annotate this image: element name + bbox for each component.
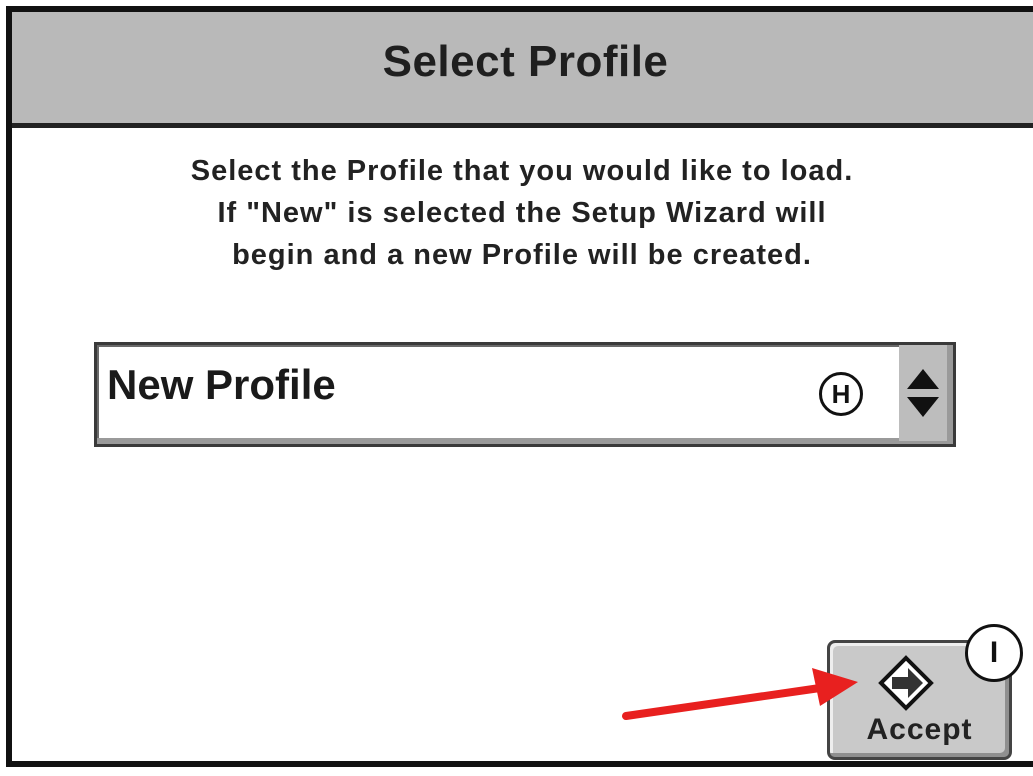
callout-i-marker: I [965,624,1023,682]
select-profile-dialog: Select Profile Select the Profile that y… [6,6,1033,767]
up-down-arrows-icon [907,369,939,417]
instruction-line: begin and a new Profile will be created. [232,239,812,271]
dialog-title: Select Profile [382,36,669,86]
callout-h-marker: H [819,372,863,416]
instruction-line: Select the Profile that you would like t… [190,155,854,187]
profile-selected-value: New Profile [107,361,336,408]
profile-stepper[interactable] [899,345,947,441]
red-pointer-arrow [622,668,858,720]
title-bar: Select Profile [12,12,1033,128]
instruction-line: If "New" is selected the Setup Wizard wi… [217,197,827,229]
arrow-in-diamond-icon [878,655,934,711]
instructions-text: Select the Profile that you would like t… [12,150,1032,276]
